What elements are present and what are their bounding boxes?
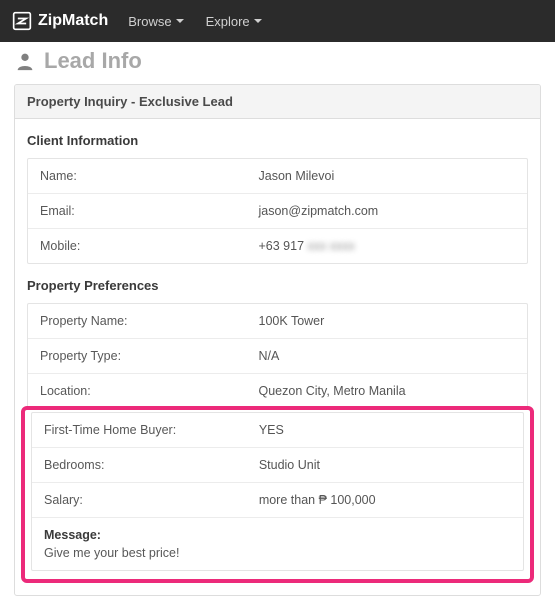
value-proptype: N/A: [259, 349, 516, 363]
highlight-box: First-Time Home Buyer: YES Bedrooms: Stu…: [21, 406, 534, 583]
table-row-message: Message: Give me your best price!: [32, 517, 523, 570]
value-email: jason@zipmatch.com: [259, 204, 516, 218]
value-name: Jason Milevoi: [259, 169, 516, 183]
prefs-title: Property Preferences: [27, 278, 528, 293]
page-title-wrap: Lead Info: [0, 42, 555, 84]
nav-explore-label: Explore: [206, 14, 250, 29]
value-location: Quezon City, Metro Manila: [259, 384, 516, 398]
nav-browse-label: Browse: [128, 14, 171, 29]
panel-body: Client Information Name: Jason Milevoi E…: [15, 119, 540, 595]
table-row: Email: jason@zipmatch.com: [28, 193, 527, 228]
logo-icon: [12, 11, 32, 31]
table-row: Salary: more than ₱ 100,000: [32, 482, 523, 517]
value-mobile: +63 917 xxx xxxx: [259, 239, 516, 253]
inquiry-panel: Property Inquiry - Exclusive Lead Client…: [14, 84, 541, 596]
table-row: Property Name: 100K Tower: [28, 304, 527, 338]
prefs-table-highlight: First-Time Home Buyer: YES Bedrooms: Stu…: [31, 412, 524, 571]
brand[interactable]: ZipMatch: [12, 11, 108, 31]
navbar: ZipMatch Browse Explore: [0, 0, 555, 42]
label-mobile: Mobile:: [40, 239, 259, 253]
value-salary: more than ₱ 100,000: [259, 493, 511, 507]
brand-text: ZipMatch: [38, 12, 108, 30]
table-row: Mobile: +63 917 xxx xxxx: [28, 228, 527, 263]
table-row: First-Time Home Buyer: YES: [32, 413, 523, 447]
mobile-prefix: +63 917: [259, 239, 305, 253]
nav-explore[interactable]: Explore: [198, 8, 270, 35]
label-bedrooms: Bedrooms:: [44, 458, 259, 472]
label-propname: Property Name:: [40, 314, 259, 328]
label-salary: Salary:: [44, 493, 259, 507]
label-location: Location:: [40, 384, 259, 398]
label-proptype: Property Type:: [40, 349, 259, 363]
table-row: Location: Quezon City, Metro Manila: [28, 373, 527, 408]
value-propname: 100K Tower: [259, 314, 516, 328]
client-info-table: Name: Jason Milevoi Email: jason@zipmatc…: [27, 158, 528, 264]
value-firstbuyer: YES: [259, 423, 511, 437]
page-title: Lead Info: [44, 48, 142, 74]
panel-heading: Property Inquiry - Exclusive Lead: [15, 85, 540, 119]
prefs-table-top: Property Name: 100K Tower Property Type:…: [27, 303, 528, 408]
caret-down-icon: [254, 19, 262, 23]
client-info-title: Client Information: [27, 133, 528, 148]
table-row: Bedrooms: Studio Unit: [32, 447, 523, 482]
user-icon: [14, 50, 36, 72]
label-name: Name:: [40, 169, 259, 183]
label-firstbuyer: First-Time Home Buyer:: [44, 423, 259, 437]
nav-browse[interactable]: Browse: [120, 8, 191, 35]
mobile-blurred: xxx xxxx: [308, 239, 355, 253]
label-email: Email:: [40, 204, 259, 218]
value-message: Give me your best price!: [44, 546, 511, 560]
table-row: Property Type: N/A: [28, 338, 527, 373]
value-bedrooms: Studio Unit: [259, 458, 511, 472]
table-row: Name: Jason Milevoi: [28, 159, 527, 193]
caret-down-icon: [176, 19, 184, 23]
label-message: Message:: [44, 528, 511, 542]
